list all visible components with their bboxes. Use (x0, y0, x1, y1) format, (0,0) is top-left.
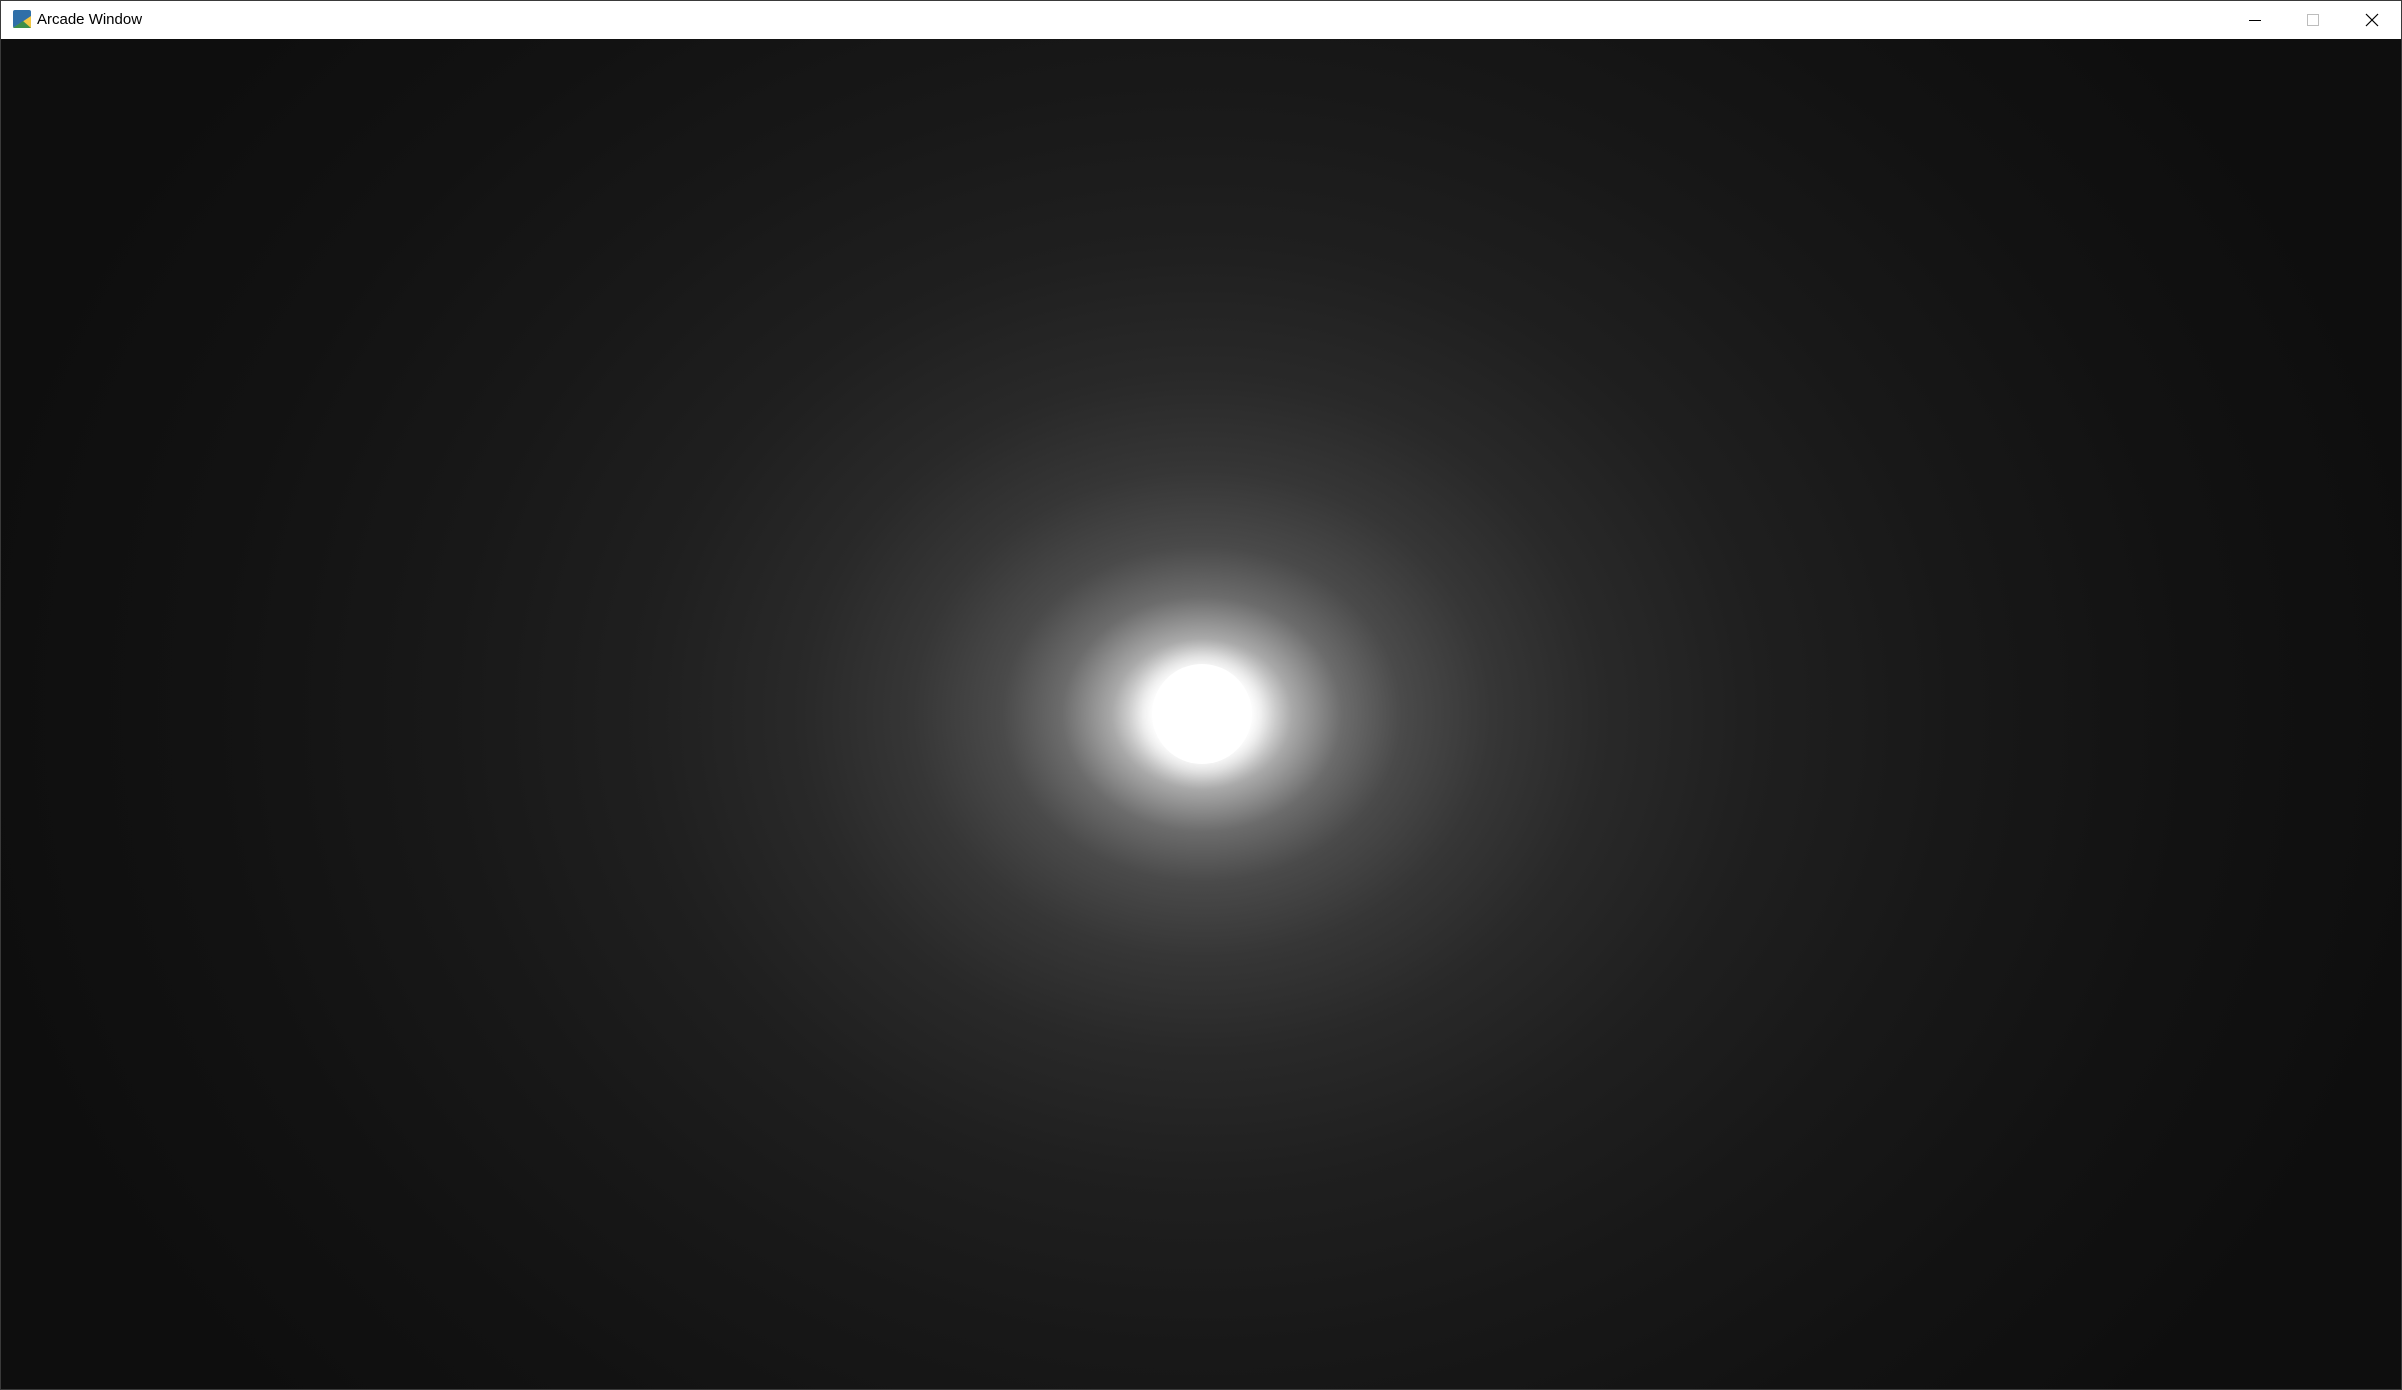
close-icon (2365, 13, 2379, 27)
close-button[interactable] (2343, 1, 2401, 39)
maximize-icon (2307, 14, 2319, 26)
minimize-button[interactable] (2226, 1, 2284, 39)
minimize-icon (2249, 20, 2261, 21)
title-bar[interactable]: Arcade Window (1, 1, 2401, 39)
python-arcade-icon (13, 10, 31, 28)
maximize-button[interactable] (2284, 1, 2342, 39)
window-title: Arcade Window (37, 11, 143, 28)
arcade-window: Arcade Window (0, 0, 2402, 1390)
light-source (1152, 664, 1252, 764)
game-canvas[interactable] (1, 39, 2401, 1389)
